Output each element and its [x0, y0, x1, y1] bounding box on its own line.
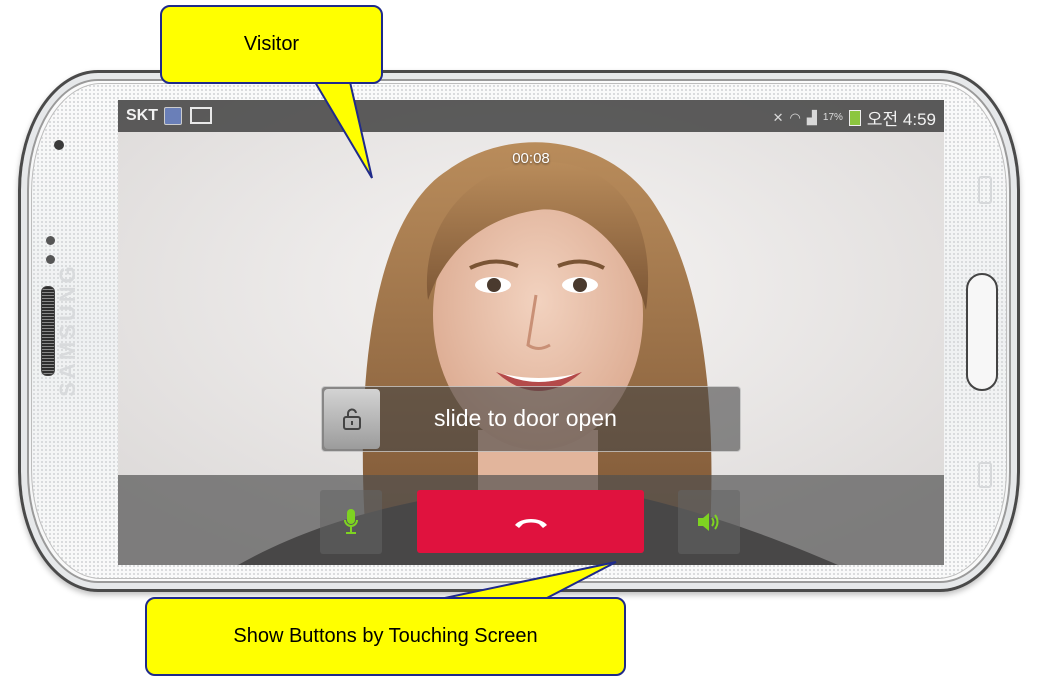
call-controls-bar: [118, 475, 944, 565]
unlock-icon: [343, 408, 361, 430]
battery-charging-icon: [848, 109, 861, 126]
mute-mic-button[interactable]: [320, 490, 382, 554]
speaker-button[interactable]: [678, 490, 740, 554]
wifi-icon: ◠: [789, 109, 801, 125]
visitor-callout-text: Visitor: [243, 33, 300, 55]
recent-apps-key[interactable]: [978, 176, 992, 204]
proximity-sensor: [46, 236, 55, 245]
carrier-label: SKT: [126, 107, 158, 124]
visitor-callout: Visitor: [160, 5, 383, 84]
show-buttons-callout-text: Show Buttons by Touching Screen: [233, 625, 538, 647]
gallery-icon: [190, 107, 212, 124]
status-bar: SKT ✕ ◠ ▟ 17% 오전 4:59: [118, 100, 944, 132]
slider-label: slide to door open: [434, 405, 617, 431]
home-button[interactable]: [966, 273, 998, 391]
microphone-icon: [344, 509, 358, 534]
notification-icon: [164, 107, 182, 125]
door-open-slider[interactable]: slide to door open: [321, 386, 741, 452]
clock: 오전 4:59: [866, 110, 936, 129]
brand-logo: SAMSUNG: [55, 263, 80, 397]
front-camera: [54, 140, 64, 150]
slider-knob[interactable]: [324, 389, 380, 449]
mute-icon: ✕: [772, 109, 784, 125]
phone-screen[interactable]: SKT ✕ ◠ ▟ 17% 오전 4:59 00:08 slide to doo…: [118, 100, 944, 565]
status-bar-right: ✕ ◠ ▟ 17% 오전 4:59: [773, 105, 936, 130]
show-buttons-callout: Show Buttons by Touching Screen: [145, 597, 626, 676]
light-sensor: [46, 255, 55, 264]
earpiece-speaker: [41, 286, 55, 376]
speaker-icon: [698, 513, 719, 531]
signal-icon: ▟: [806, 109, 817, 125]
call-timer: 00:08: [512, 150, 550, 167]
battery-percent: 17%: [822, 112, 843, 123]
end-call-icon: [514, 518, 547, 528]
back-key[interactable]: [978, 462, 992, 488]
end-call-button[interactable]: [417, 490, 644, 553]
